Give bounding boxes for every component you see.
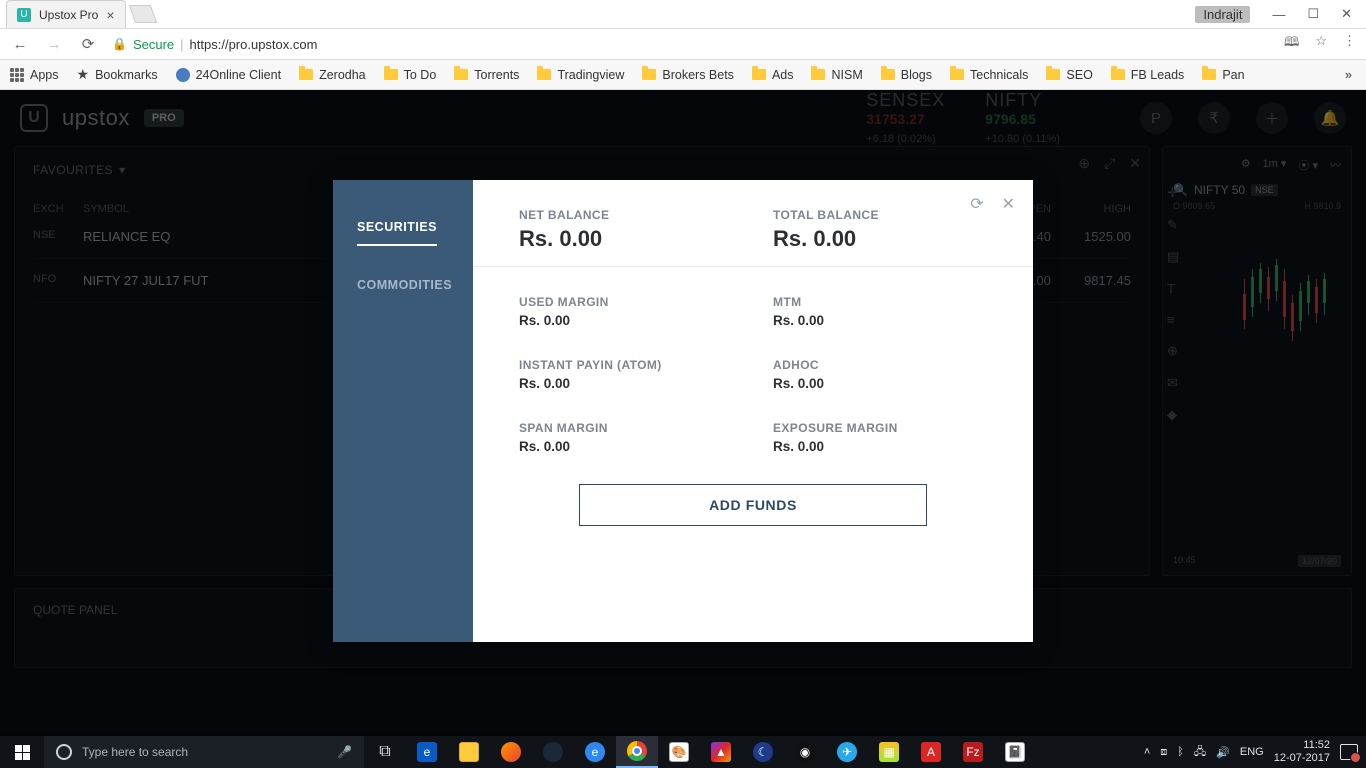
window-minimize-icon[interactable]: —: [1272, 7, 1285, 22]
bookmark-item[interactable]: NISM: [811, 68, 862, 82]
tray-network-icon[interactable]: 🖧: [1194, 743, 1206, 762]
span-margin-label: SPAN MARGIN: [519, 421, 733, 435]
window-controls: Indrajit — ☐ ✕: [1195, 6, 1366, 23]
url-security: 🔒 Secure | https://pro.upstox.com: [112, 37, 317, 52]
span-margin-value: Rs. 0.00: [519, 439, 733, 454]
exposure-margin-label: EXPOSURE MARGIN: [773, 421, 987, 435]
adhoc-value: Rs. 0.00: [773, 376, 987, 391]
tray-clock[interactable]: 11:52 12-07-2017: [1274, 739, 1330, 764]
mtm-value: Rs. 0.00: [773, 313, 987, 328]
start-button[interactable]: [0, 736, 44, 768]
star-icon[interactable]: ☆: [1315, 33, 1327, 55]
app-edge-icon[interactable]: e: [406, 736, 448, 768]
browser-urlbar: ← → ⟳ 🔒 Secure | https://pro.upstox.com …: [0, 28, 1366, 60]
system-tray: ˄ ⧈ ᛒ 🖧 🔊 ENG 11:52 12-07-2017: [1144, 739, 1366, 764]
window-maximize-icon[interactable]: ☐: [1307, 6, 1319, 22]
app-filezilla-icon[interactable]: Fz: [952, 736, 994, 768]
modal-tab-commodities[interactable]: COMMODITIES: [357, 268, 473, 302]
modal-tab-securities[interactable]: SECURITIES: [357, 210, 437, 246]
url-text[interactable]: https://pro.upstox.com: [190, 37, 318, 52]
chrome-user-badge[interactable]: Indrajit: [1195, 6, 1250, 23]
app-acrobat-icon[interactable]: A: [910, 736, 952, 768]
net-balance-value: Rs. 0.00: [519, 226, 733, 252]
modal-sidebar: SECURITIES COMMODITIES: [333, 180, 473, 642]
bookmarks-overflow-icon[interactable]: »: [1345, 68, 1352, 82]
app-firefox-icon[interactable]: [490, 736, 532, 768]
exposure-margin-value: Rs. 0.00: [773, 439, 987, 454]
refresh-icon[interactable]: ⟳: [970, 194, 983, 214]
nav-back-icon[interactable]: ←: [10, 36, 30, 53]
nav-reload-icon[interactable]: ⟳: [78, 35, 98, 53]
app-telegram-icon[interactable]: ✈: [826, 736, 868, 768]
bookmark-item[interactable]: Blogs: [881, 68, 932, 82]
mic-icon[interactable]: 🎤: [337, 745, 352, 759]
bookmark-item[interactable]: Pan: [1202, 68, 1244, 82]
tray-up-icon[interactable]: ˄: [1144, 746, 1150, 758]
bookmark-item[interactable]: Technicals: [950, 68, 1028, 82]
funds-modal: SECURITIES COMMODITIES ⟳ ✕ NET BALANCE R…: [333, 180, 1033, 642]
bookmarks-folder[interactable]: ★Bookmarks: [77, 66, 158, 83]
tab-favicon: U: [17, 8, 31, 22]
bookmark-page-icon[interactable]: 🕮: [1284, 33, 1299, 55]
mtm-label: MTM: [773, 295, 987, 309]
bookmark-item[interactable]: Torrents: [454, 68, 519, 82]
window-close-icon[interactable]: ✕: [1341, 6, 1352, 22]
app-paint-icon[interactable]: 🎨: [658, 736, 700, 768]
bookmark-item[interactable]: SEO: [1046, 68, 1092, 82]
taskview-icon[interactable]: ⧉: [364, 736, 406, 768]
total-balance-value: Rs. 0.00: [773, 226, 987, 252]
app-explorer-icon[interactable]: [448, 736, 490, 768]
bookmark-item[interactable]: To Do: [384, 68, 437, 82]
app-affinity-icon[interactable]: ▲: [700, 736, 742, 768]
tab-close-icon[interactable]: ×: [106, 7, 114, 23]
close-icon[interactable]: ✕: [1002, 194, 1015, 214]
cortana-icon: [56, 744, 72, 760]
bookmark-item[interactable]: FB Leads: [1111, 68, 1185, 82]
browser-menu-icon[interactable]: ⋮: [1343, 33, 1356, 55]
modal-body: ⟳ ✕ NET BALANCE Rs. 0.00 TOTAL BALANCE R…: [473, 180, 1033, 642]
bookmark-item[interactable]: 24Online Client: [176, 68, 281, 82]
apps-shortcut[interactable]: Apps: [10, 68, 59, 82]
app-obs-icon[interactable]: ◉: [784, 736, 826, 768]
bookmark-item[interactable]: Tradingview: [537, 68, 624, 82]
new-tab-button[interactable]: [128, 5, 157, 23]
tab-title: Upstox Pro: [39, 8, 98, 22]
bookmark-item[interactable]: Brokers Bets: [642, 68, 734, 82]
used-margin-value: Rs. 0.00: [519, 313, 733, 328]
tray-dropbox-icon[interactable]: ⧈: [1160, 746, 1167, 759]
browser-titlebar: U Upstox Pro × Indrajit — ☐ ✕: [0, 0, 1366, 28]
app-steam-icon[interactable]: [532, 736, 574, 768]
action-center-icon[interactable]: [1340, 744, 1358, 760]
bookmark-item[interactable]: Zerodha: [299, 68, 366, 82]
app-stack-icon[interactable]: ▦: [868, 736, 910, 768]
app-root: U upstox PRO SENSEX 31753.27 +6.18 (0.02…: [0, 90, 1366, 768]
adhoc-label: ADHOC: [773, 358, 987, 372]
windows-taskbar: Type here to search 🎤 ⧉ e e 🎨 ▲ ☾ ◉ ✈ ▦ …: [0, 736, 1366, 768]
bookmark-item[interactable]: Ads: [752, 68, 794, 82]
secure-label: Secure: [133, 37, 174, 52]
total-balance-label: TOTAL BALANCE: [773, 208, 987, 222]
app-moon-icon[interactable]: ☾: [742, 736, 784, 768]
tray-volume-icon[interactable]: 🔊: [1216, 746, 1230, 759]
app-chrome-icon[interactable]: [616, 736, 658, 768]
taskbar-search[interactable]: Type here to search 🎤: [44, 736, 364, 768]
instant-payin-value: Rs. 0.00: [519, 376, 733, 391]
tray-language[interactable]: ENG: [1240, 746, 1264, 758]
search-placeholder: Type here to search: [82, 745, 188, 759]
net-balance-label: NET BALANCE: [519, 208, 733, 222]
lock-icon: 🔒: [112, 37, 127, 51]
bookmarks-bar: Apps ★Bookmarks 24Online Client Zerodha …: [0, 60, 1366, 90]
app-ie-icon[interactable]: e: [574, 736, 616, 768]
star-icon: ★: [77, 66, 90, 83]
add-funds-button[interactable]: ADD FUNDS: [579, 484, 927, 526]
used-margin-label: USED MARGIN: [519, 295, 733, 309]
instant-payin-label: INSTANT PAYIN (ATOM): [519, 358, 733, 372]
browser-tab[interactable]: U Upstox Pro ×: [6, 0, 126, 28]
taskbar-apps: ⧉ e e 🎨 ▲ ☾ ◉ ✈ ▦ A Fz 📓: [364, 736, 1036, 768]
tray-bluetooth-icon[interactable]: ᛒ: [1177, 746, 1184, 758]
nav-forward-icon[interactable]: →: [44, 36, 64, 53]
app-notepad-icon[interactable]: 📓: [994, 736, 1036, 768]
